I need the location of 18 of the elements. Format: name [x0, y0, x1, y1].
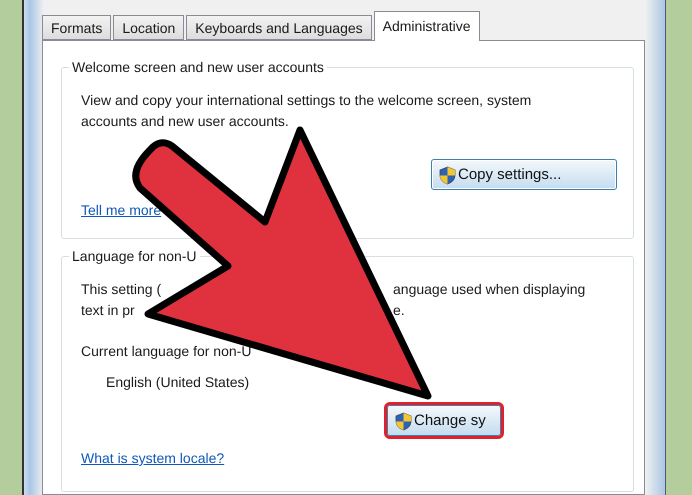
tab[interactable]: Administrative — [374, 11, 480, 41]
description-text: anguage used when displaying — [393, 280, 586, 299]
help-link[interactable]: What is system locale? — [81, 450, 224, 466]
shield-icon — [439, 166, 456, 185]
description-text: e. — [393, 301, 405, 320]
tab[interactable]: Keyboards and Languages — [186, 15, 372, 40]
description-text: This setting ( — [81, 280, 162, 299]
description-text: View and copy your international settings to the welcome screen, system — [81, 92, 532, 108]
description-text: accounts and new user accounts. — [81, 113, 289, 129]
settings-button[interactable]: Change sy — [387, 405, 501, 436]
description-text: text in pr — [81, 301, 136, 320]
settings-button[interactable]: Copy settings... — [431, 159, 617, 190]
current-language-value: English (United States) — [106, 373, 250, 392]
current-language-label: Current language for non-U — [81, 342, 252, 361]
shield-icon — [395, 412, 412, 431]
tab[interactable]: Location — [113, 15, 184, 40]
help-link[interactable]: Tell me more — [81, 202, 162, 218]
tab[interactable]: Formats — [42, 15, 112, 40]
